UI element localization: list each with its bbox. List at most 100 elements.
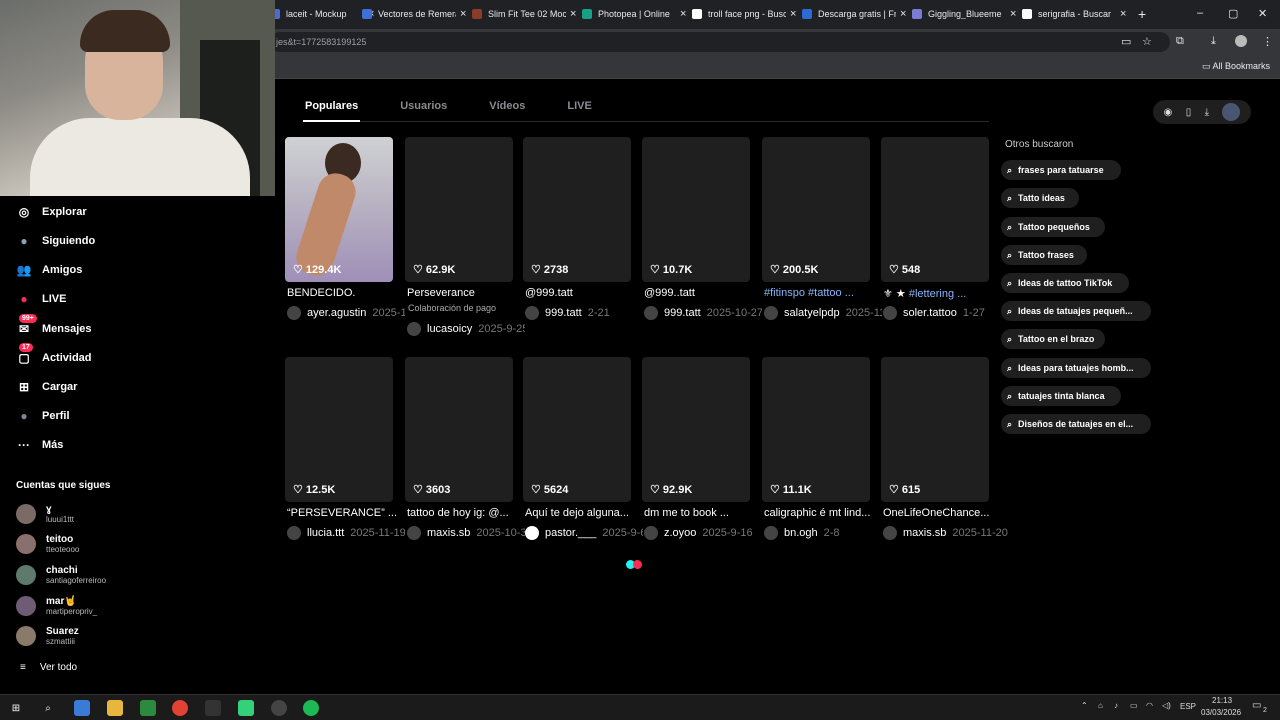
notifications-icon[interactable]: ▭ [1252,700,1261,711]
related-search-chip[interactable]: ⌕ Ideas para tatuajes homb... [1001,358,1151,378]
browser-tab[interactable]: Descarga gratis | Free × [802,4,906,24]
video-title[interactable]: “PERSEVERANCE” ... [287,507,399,519]
related-search-chip[interactable]: ⌕ Diseños de tatuajes en el... [1001,414,1151,434]
video-card[interactable]: ♡ 5624 [523,357,631,502]
tab-close-icon[interactable]: × [460,8,466,20]
file-explorer-icon[interactable] [107,700,123,716]
device-icon[interactable]: ▯ [1186,107,1192,118]
new-tab-button[interactable]: + [1138,6,1146,22]
tray-network-icon[interactable]: ▭ [1130,701,1138,710]
video-title[interactable]: @999..tatt [644,287,756,299]
sidebar-item-messages[interactable]: ✉ 99+ Mensajes [16,314,92,337]
video-meta[interactable]: z.oyoo 2025-9-16 [644,526,762,540]
sidebar-item-compass[interactable]: ◎ Explorar [16,204,87,220]
video-title[interactable]: #fitinspo #tattoo ... [764,287,876,299]
minimize-icon[interactable]: – [1197,7,1203,19]
extensions-icon[interactable]: ⧉ [1176,35,1184,48]
video-card[interactable]: ♡ 11.1K [762,357,870,502]
video-card[interactable]: ♡ 12.5K [285,357,393,502]
related-search-chip[interactable]: ⌕ Tattoo pequeños [1001,217,1105,237]
browser-tab[interactable]: Slim Fit Tee 02 Mockup × [472,4,576,24]
related-search-chip[interactable]: ⌕ frases para tatuarse [1001,160,1121,180]
video-meta[interactable]: maxis.sb 2025-10-31 [407,526,525,540]
clock-date[interactable]: 03/03/2026 [1201,708,1241,717]
video-meta[interactable]: salatyelpdp 2025-11-12 [764,306,882,320]
tab-close-icon[interactable]: × [900,8,906,20]
tab-close-icon[interactable]: × [790,8,796,20]
video-meta[interactable]: ayer.agustin 2025-12-7 [287,306,405,320]
sidebar-item-following-avatar[interactable]: ● Siguiendo [16,233,95,249]
windows-start-icon[interactable]: ⊞ [8,700,24,716]
video-meta[interactable]: 999.tatt 2025-10-27 [644,306,762,320]
user-avatar[interactable] [1222,103,1241,121]
video-title[interactable]: dm me to book ... [644,507,756,519]
coins-icon[interactable]: ◉ [1164,107,1173,118]
store-icon[interactable] [140,700,156,716]
followed-account[interactable]: Suarez szmattiii [16,626,79,646]
tray-wifi-icon[interactable]: ◠ [1146,701,1153,710]
video-meta[interactable]: bn.ogh 2-8 [764,526,882,540]
all-bookmarks-button[interactable]: ▭ All Bookmarks [1202,61,1270,72]
search-icon[interactable]: ⌕ [40,700,56,716]
tab-close-icon[interactable]: × [680,8,686,20]
related-search-chip[interactable]: ⌕ tatuajes tinta blanca [1001,386,1121,406]
browser-tab[interactable]: laceit - Mockup× [270,4,374,24]
download-app-icon[interactable]: ⤓ [1205,107,1209,118]
video-card[interactable]: ♡ 2738 [523,137,631,282]
related-search-chip[interactable]: ⌕ Ideas de tatuajes pequeñ... [1001,301,1151,321]
tab-populares[interactable]: Populares [305,100,358,112]
video-meta[interactable]: 999.tatt 2-21 [525,306,643,320]
tab-close-icon[interactable]: × [1010,8,1016,20]
video-meta[interactable]: pastor.___ 2025-9-6 [525,526,643,540]
see-all-link[interactable]: ≡ Ver todo [20,662,77,673]
related-search-chip[interactable]: ⌕ Ideas de tattoo TikTok [1001,273,1129,293]
tab-close-icon[interactable]: × [1120,8,1126,20]
video-card[interactable]: ♡ 615 [881,357,989,502]
sidebar-item-friends[interactable]: 👥 Amigos [16,262,83,278]
tab-close-icon[interactable]: × [570,8,576,20]
related-search-chip[interactable]: ⌕ Tattoo en el brazo [1001,329,1105,349]
browser-tab[interactable]: Giggling_Blueeme × [912,4,1016,24]
video-meta[interactable]: llucia.ttt 2025-11-19 [287,526,405,540]
browser-tab[interactable]: serigrafia - Buscar × [1022,4,1126,24]
related-search-chip[interactable]: ⌕ Tatto ideas [1001,188,1079,208]
tab-usuarios[interactable]: Usuarios [400,100,447,112]
discord-icon[interactable] [205,700,221,716]
maximize-icon[interactable]: ▢ [1228,7,1238,20]
sidebar-item-more[interactable]: ··· Más [16,437,63,453]
tab-vídeos[interactable]: Vídeos [489,100,525,112]
tray-volume-icon[interactable]: ◁) [1162,701,1171,710]
cast-icon[interactable]: ▭ [1121,35,1131,48]
spotify-icon[interactable] [303,700,319,716]
browser-menu-icon[interactable]: ⋮ [1262,35,1273,48]
sidebar-item-profile[interactable]: ● Perfil [16,408,69,424]
video-title[interactable]: tattoo de hoy ig: @... [407,507,519,519]
tray-bluetooth-icon[interactable]: ⌂ [1098,701,1103,710]
sidebar-item-activity[interactable]: ▢ 17 Actividad [16,343,92,366]
browser-tab[interactable]: troll face png - Busca × [692,4,796,24]
video-card[interactable]: ♡ 548 [881,137,989,282]
sidebar-item-live[interactable]: ● LIVE [16,291,66,307]
video-title[interactable]: Aquí te dejo alguna... [525,507,637,519]
video-title[interactable]: BENDECIDO. [287,287,399,299]
url-field[interactable]: jes&t=1772583199125 [270,32,1170,52]
bookmark-star-icon[interactable]: ☆ [1142,35,1152,48]
video-card[interactable]: ♡ 92.9K [642,357,750,502]
video-meta[interactable]: lucasoicy 2025-9-25 [407,322,525,336]
video-card[interactable]: ♡ 200.5K [762,137,870,282]
tray-chevron-icon[interactable]: ⌃ [1081,701,1088,710]
video-card[interactable]: ♡ 62.9K [405,137,513,282]
profile-avatar-icon[interactable] [1235,35,1247,47]
tab-live[interactable]: LIVE [567,100,591,112]
clock-time[interactable]: 21:13 [1212,696,1232,705]
download-icon[interactable]: ⤓ [1211,35,1216,48]
video-card[interactable]: ♡ 3603 [405,357,513,502]
video-title[interactable]: Perseverance [407,287,519,299]
video-meta[interactable]: maxis.sb 2025-11-20 [883,526,1013,540]
followed-account[interactable]: teitoo tteoteooo [16,534,79,554]
chrome-icon[interactable] [172,700,188,716]
sidebar-item-upload[interactable]: ⊞ Cargar [16,379,78,395]
video-card[interactable]: ♡ 10.7K [642,137,750,282]
language-indicator[interactable]: ESP [1180,702,1196,711]
browser-tab[interactable]: Vectores de Remeras × [362,4,466,24]
